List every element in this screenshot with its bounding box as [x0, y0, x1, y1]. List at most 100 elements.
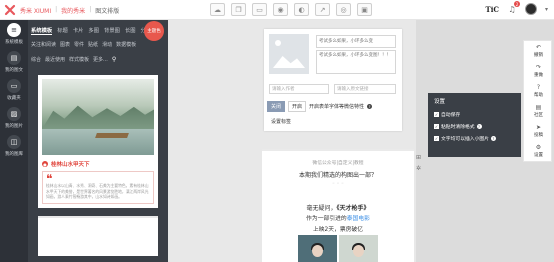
breadcrumb-my-xiumi[interactable]: 我的秀米 [61, 6, 85, 15]
article-kicker: 微信公众号|自定义|教程 [312, 161, 364, 166]
template-card[interactable]: ● 桂林山水甲天下 ❝ 桂林山水以山青、水秀、洞奇、石美为主要特色，素有桂林山水… [38, 75, 158, 208]
redo-button[interactable]: ↷ 重做 [524, 61, 553, 81]
gear-icon: ⚙ [535, 144, 542, 151]
wechat-feature-toggle: 关闭 开启 开启表单字体等微信特性 ? [267, 101, 373, 112]
article-image[interactable] [339, 235, 378, 262]
setting-inline-images[interactable]: ✓ 文字均可以插入小图片 ? [434, 135, 515, 142]
undo-button[interactable]: ↶ 撤销 [524, 41, 553, 61]
tab-stickers[interactable]: 贴纸 [88, 41, 98, 48]
help-icon[interactable]: ? [367, 104, 373, 109]
toggle-off-button[interactable]: 关闭 [267, 101, 286, 112]
author-input[interactable]: 请输入作者 [269, 84, 329, 94]
preview-icon[interactable]: ◉ [273, 3, 288, 16]
landscape-image [42, 79, 154, 155]
help-icon[interactable]: ? [490, 136, 496, 141]
settings-button[interactable]: ⚙ 设置 [524, 141, 553, 161]
copy-icon[interactable]: ❐ [231, 3, 246, 16]
setting-autosave[interactable]: ✓ 自动保存 [434, 111, 515, 118]
user-area: TiC ♫ 2 ▾ [486, 1, 548, 15]
help-button[interactable]: ? 帮助 [524, 81, 553, 101]
settings-popup: 设置 ✓ 自动保存 ✓ 粘贴时清除格式 ? ✓ 文字均可以插入小图片 ? [428, 93, 521, 157]
tab-multi-image[interactable]: 多图 [88, 26, 99, 34]
checkbox-checked-icon[interactable]: ✓ [434, 136, 439, 141]
tab-general[interactable]: 综合 [31, 56, 41, 63]
checkbox-checked-icon[interactable]: ✓ [434, 124, 439, 129]
template-panel: 系统模板 标题 卡片 多图 背景图 长图 分割线 关注和阅读 图表 零件 贴纸 … [28, 20, 168, 262]
gear-icon[interactable]: ✲ [416, 165, 421, 172]
nav-item-system-templates[interactable]: ≡ 系统模板 [0, 20, 28, 48]
article-image[interactable] [298, 235, 337, 262]
search-icon[interactable]: ⚲ [112, 56, 116, 63]
undo-icon: ↶ [535, 44, 542, 51]
tab-data-template[interactable]: 数据模板 [116, 41, 136, 48]
template-tabs-row2: 关注和阅读 图表 零件 贴纸 滑动 数据模板 [28, 39, 168, 49]
redo-icon: ↷ [535, 64, 542, 71]
image-icon[interactable]: ▣ [357, 3, 372, 16]
palette-icon[interactable]: ◐ [294, 3, 309, 16]
template-list[interactable]: ● 桂林山水甲天下 ❝ 桂林山水以山青、水秀、洞奇、石美为主要特色，素有桂林山水… [34, 72, 162, 262]
article-canvas[interactable]: 微信公众号|自定义|教程 本期我们精选的构图出一部？ ◦ ◦ ◦ 毫无疑问，《天… [262, 149, 414, 262]
share-icon[interactable]: ↗ [315, 3, 330, 16]
tab-recent[interactable]: 最近使用 [45, 56, 65, 63]
block-tools: ⊞ ✲ [416, 154, 421, 172]
tab-long-image[interactable]: 长图 [125, 26, 136, 34]
quote-text: 桂林山水以山青、水秀、洞奇、石美为主要特色，素有桂林山水甲天下的美誉，是世界著名… [46, 183, 149, 199]
checkbox-checked-icon[interactable]: ✓ [434, 112, 439, 117]
template-tabs-row3: 综合 最近使用 样式模板 更多... ⚲ [28, 54, 168, 64]
nav-label: 我的图片 [5, 124, 23, 129]
nav-item-favorites[interactable]: ▭ 收藏夹 [0, 76, 28, 104]
community-button[interactable]: ▤ 社区 [524, 101, 553, 121]
tab-follow-read[interactable]: 关注和阅读 [31, 41, 56, 48]
card-title: ● 桂林山水甲天下 [42, 161, 90, 168]
notification-badge: 2 [513, 1, 520, 7]
brand-breadcrumb: 秀米 XIUMI | 我的秀米 | 图文排版 [20, 6, 119, 15]
breadcrumb-separator: | [89, 6, 92, 13]
submit-icon: ➤ [535, 124, 542, 131]
cover-image-placeholder[interactable] [269, 34, 309, 74]
tab-system-templates[interactable]: 系统模板 [31, 26, 53, 35]
xiumi-logo-icon[interactable] [4, 4, 16, 16]
set-tags-link[interactable]: 设置标签 [271, 118, 291, 125]
tab-more[interactable]: 更多... [93, 56, 108, 63]
image-icon: ▨ [7, 107, 21, 121]
title-field[interactable]: 考试多么如果，小环多么变 [316, 35, 396, 48]
camera-icon[interactable]: ◎ [336, 3, 351, 16]
nav-label: 我的图库 [5, 152, 23, 157]
tab-title[interactable]: 标题 [57, 26, 68, 34]
source-link-input[interactable]: 请输入原文链接 [334, 84, 396, 94]
tab-slide[interactable]: 滑动 [102, 41, 112, 48]
help-icon[interactable]: ? [476, 124, 482, 129]
tab-card[interactable]: 卡片 [73, 26, 84, 34]
gallery-icon: ◫ [7, 135, 21, 149]
theme-color-button[interactable]: 主题色 [144, 21, 164, 41]
tab-chart[interactable]: 图表 [60, 41, 70, 48]
chevron-down-icon[interactable]: ▾ [545, 6, 548, 13]
nav-item-my-gallery[interactable]: ◫ 我的图库 [0, 132, 28, 160]
card-quote: ❝ 桂林山水以山青、水秀、洞奇、石美为主要特色，素有桂林山水甲天下的美誉，是世界… [42, 171, 154, 204]
setting-clear-format[interactable]: ✓ 粘贴时清除格式 ? [434, 123, 515, 130]
brand-name[interactable]: 秀米 XIUMI [20, 6, 51, 15]
folder-icon[interactable]: ▭ [252, 3, 267, 16]
tic-logo[interactable]: TiC [486, 5, 499, 14]
cover-editor: 考试多么如果，小环多么变 考试多么如果，小环多么变图！！！ 请输入作者 请输入原… [264, 29, 402, 131]
summary-field[interactable]: 考试多么如果，小环多么变图！！！ [316, 50, 396, 74]
toggle-on-button[interactable]: 开启 [288, 101, 307, 112]
cloud-save-icon[interactable]: ☁ [210, 3, 225, 16]
grid-icon[interactable]: ⊞ [416, 154, 421, 161]
menu-icon: ≡ [7, 23, 21, 37]
template-card[interactable] [38, 215, 158, 256]
article-image-row [298, 235, 378, 262]
bell-icon[interactable]: ♫ 2 [507, 1, 520, 15]
submit-button[interactable]: ➤ 投稿 [524, 121, 553, 141]
avatar[interactable] [524, 3, 537, 15]
settings-title: 设置 [434, 99, 446, 105]
article-divider: ◦ ◦ ◦ [331, 181, 345, 187]
tab-background[interactable]: 背景图 [104, 26, 120, 34]
pin-icon: ● [42, 161, 48, 167]
tab-style-template[interactable]: 样式模板 [69, 56, 89, 63]
nav-item-my-images[interactable]: ▨ 我的图片 [0, 104, 28, 132]
quote-mark-icon: ❝ [46, 172, 53, 186]
tab-parts[interactable]: 零件 [74, 41, 84, 48]
nav-item-my-articles[interactable]: ▤ 我的图文 [0, 48, 28, 76]
template-icon: ▤ [7, 51, 21, 65]
